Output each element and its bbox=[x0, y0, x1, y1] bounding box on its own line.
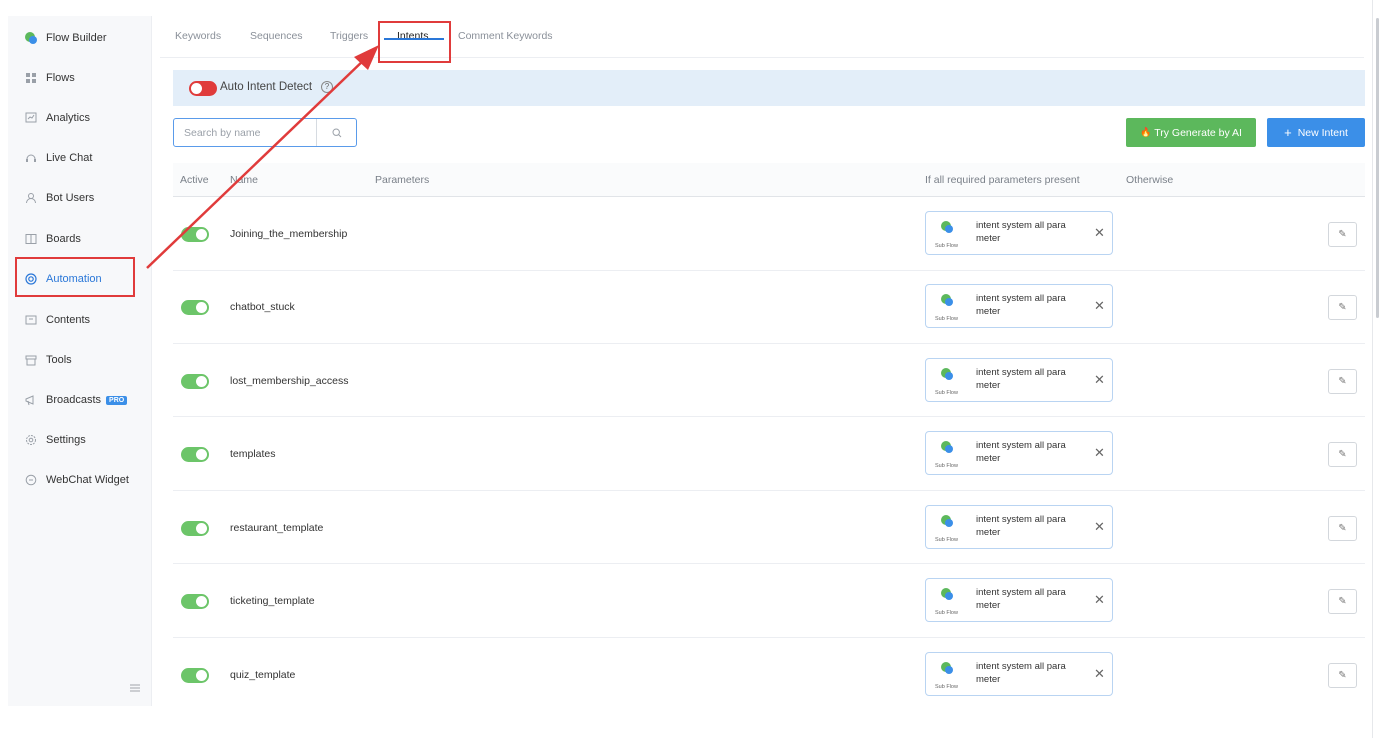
scrollbar[interactable] bbox=[1376, 18, 1379, 318]
annotation-arrow bbox=[146, 45, 379, 269]
window-edge bbox=[1372, 0, 1373, 738]
